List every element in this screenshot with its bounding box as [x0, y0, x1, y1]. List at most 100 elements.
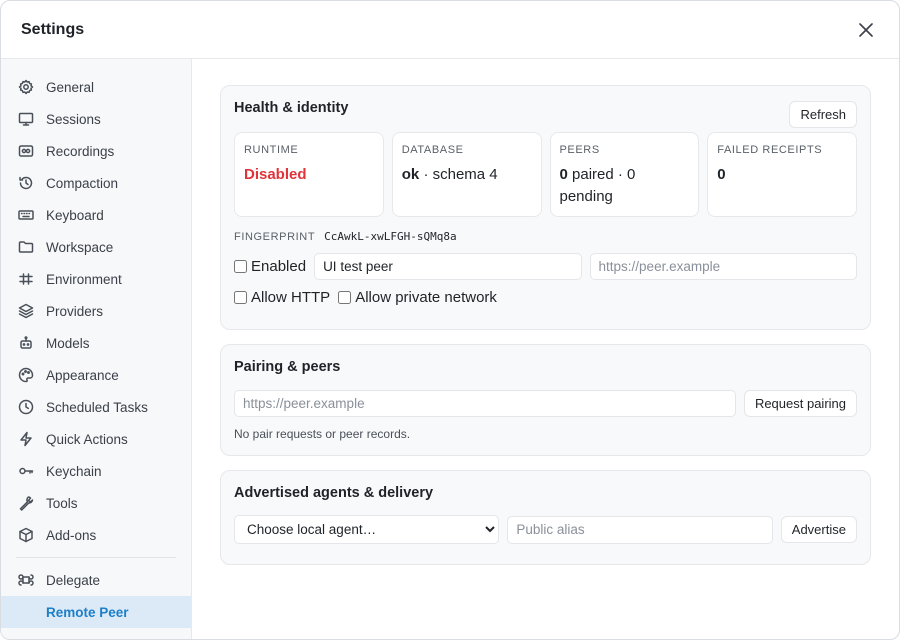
history-icon — [18, 175, 34, 191]
key-icon — [18, 463, 34, 479]
stat-database: DATABASE ok · schema 4 — [391, 132, 542, 217]
network-options-row: Allow HTTP Allow private network — [234, 289, 857, 306]
sidebar-item-keychain[interactable]: Keychain — [1, 455, 191, 487]
command-icon — [18, 572, 34, 588]
sidebar-item-label: General — [46, 79, 95, 95]
fingerprint-label: FINGERPRINT — [234, 230, 316, 243]
sidebar-item-add-ons[interactable]: Add-ons — [1, 519, 191, 551]
section-title: Pairing & peers — [234, 359, 341, 375]
database-detail: · schema 4 — [423, 166, 498, 183]
advertise-button[interactable]: Advertise — [780, 516, 857, 543]
title-bar: Settings — [1, 1, 899, 59]
sidebar-item-label: Providers — [46, 303, 104, 319]
window-title: Settings — [21, 20, 85, 38]
enabled-checkbox[interactable] — [234, 260, 247, 273]
empty-state-text: No pair requests or peer records. — [234, 427, 411, 441]
sidebar-item-label: Models — [46, 335, 90, 351]
allow-private-network-checkbox-label[interactable]: Allow private network — [338, 289, 497, 306]
sidebar-item-appearance[interactable]: Appearance — [1, 359, 191, 391]
refresh-button[interactable]: Refresh — [789, 101, 857, 128]
sidebar-item-label: Tools — [46, 495, 78, 511]
peer-url-input[interactable] — [589, 253, 857, 280]
sidebar-item-label: Quick Actions — [46, 431, 128, 447]
sidebar-item-label: Sessions — [46, 111, 101, 127]
sidebar-item-label: Scheduled Tasks — [46, 399, 148, 415]
sidebar-item-scheduled-tasks[interactable]: Scheduled Tasks — [1, 391, 191, 423]
checkbox-text: Allow private network — [355, 289, 497, 306]
section-title: Health & identity — [234, 100, 349, 116]
wrench-icon — [18, 495, 34, 511]
peers-paired-count: 0 — [559, 166, 568, 183]
local-agent-select[interactable]: Choose local agent… — [234, 515, 500, 544]
sidebar-item-recordings[interactable]: Recordings — [1, 135, 191, 167]
sidebar-item-quick-actions[interactable]: Quick Actions — [1, 423, 191, 455]
sidebar-item-providers[interactable]: Providers — [1, 295, 191, 327]
settings-window: Settings General Sessions Recordings Com… — [0, 0, 900, 640]
sidebar-item-sessions[interactable]: Sessions — [1, 103, 191, 135]
lightning-icon — [18, 431, 34, 447]
pairing-url-input[interactable] — [234, 390, 736, 417]
stat-runtime: RUNTIME Disabled — [234, 132, 384, 217]
stat-value: ok · schema 4 — [402, 164, 532, 186]
sidebar-item-environment[interactable]: Environment — [1, 263, 191, 295]
pairing-row: Request pairing — [234, 390, 857, 417]
blank-icon-slot — [18, 604, 34, 620]
peer-config-row: Enabled — [234, 253, 857, 280]
palette-icon — [18, 367, 34, 383]
allow-http-checkbox-label[interactable]: Allow HTTP — [234, 289, 330, 306]
sidebar-item-delegate[interactable]: Delegate — [1, 564, 191, 596]
folder-icon — [18, 239, 34, 255]
fingerprint-row: FINGERPRINT CcAwkL-xwLFGH-sQMq8a — [234, 230, 857, 243]
stat-value: 0 — [717, 164, 847, 186]
close-button[interactable] — [855, 19, 877, 41]
advertised-agents-card: Advertised agents & delivery Choose loca… — [220, 470, 871, 565]
sidebar-item-label: Appearance — [46, 367, 119, 383]
stat-label: PEERS — [559, 144, 600, 156]
sidebar-item-workspace[interactable]: Workspace — [1, 231, 191, 263]
enabled-checkbox-label[interactable]: Enabled — [234, 258, 306, 275]
fingerprint-value: CcAwkL-xwLFGH-sQMq8a — [324, 230, 457, 243]
checkbox-text: Enabled — [251, 258, 307, 275]
pairing-peers-card: Pairing & peers Request pairing No pair … — [220, 344, 871, 456]
monitor-icon — [18, 111, 34, 127]
sidebar-item-label: Recordings — [46, 143, 115, 159]
sidebar: General Sessions Recordings Compaction K… — [1, 59, 192, 639]
sidebar-item-general[interactable]: General — [1, 71, 191, 103]
sidebar-item-remote-peer[interactable]: Remote Peer — [1, 596, 191, 628]
allow-private-network-checkbox[interactable] — [338, 291, 352, 304]
stat-label: RUNTIME — [244, 144, 299, 156]
section-title: Advertised agents & delivery — [234, 485, 434, 501]
public-alias-input[interactable] — [507, 515, 773, 544]
stat-value: Disabled — [244, 166, 307, 183]
checkbox-text: Allow HTTP — [251, 289, 331, 306]
sidebar-item-label: Environment — [46, 271, 122, 287]
sidebar-item-label: Delegate — [46, 572, 101, 588]
peer-name-input[interactable] — [314, 253, 582, 280]
stat-label: FAILED RECEIPTS — [717, 144, 823, 156]
gear-icon — [18, 79, 34, 95]
stat-label: DATABASE — [401, 144, 464, 156]
close-icon — [859, 23, 873, 37]
sidebar-item-models[interactable]: Models — [1, 327, 191, 359]
allow-http-checkbox[interactable] — [234, 291, 247, 304]
clock-icon — [18, 399, 34, 415]
robot-icon — [18, 335, 34, 351]
stat-value: 0 paired · 0 pending — [560, 164, 690, 208]
main-content: Health & identity Refresh RUNTIME Disabl… — [192, 59, 899, 639]
health-identity-card: Health & identity Refresh RUNTIME Disabl… — [220, 85, 871, 330]
sidebar-item-label: Workspace — [46, 239, 114, 255]
stat-peers: PEERS 0 paired · 0 pending — [549, 132, 700, 217]
layers-icon — [18, 303, 34, 319]
sidebar-item-label: Keychain — [46, 463, 102, 479]
sidebar-item-compaction[interactable]: Compaction — [1, 167, 191, 199]
advertise-row: Choose local agent… Advertise — [234, 515, 857, 544]
package-icon — [18, 527, 34, 543]
request-pairing-button[interactable]: Request pairing — [743, 390, 857, 417]
keyboard-icon — [18, 207, 34, 223]
sidebar-item-keyboard[interactable]: Keyboard — [1, 199, 191, 231]
recording-icon — [18, 143, 34, 159]
sidebar-item-label: Keyboard — [46, 207, 104, 223]
sidebar-divider — [16, 557, 176, 558]
failed-count: 0 — [717, 166, 726, 183]
sidebar-item-tools[interactable]: Tools — [1, 487, 191, 519]
